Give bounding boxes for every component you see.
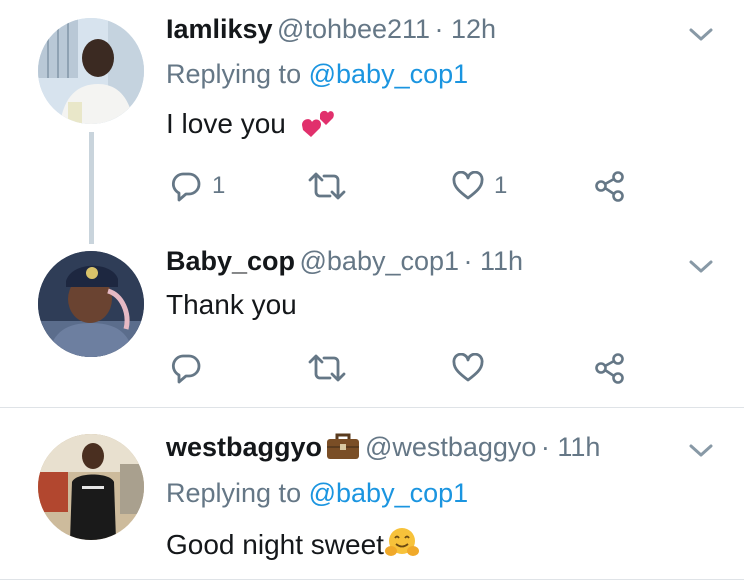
heart-icon — [452, 353, 484, 382]
reply-icon — [171, 172, 201, 202]
timestamp[interactable]: · 11h — [541, 432, 601, 462]
tweet-text: Thank you — [166, 289, 297, 320]
tweet-actions — [166, 350, 646, 386]
chevron-down-icon[interactable] — [688, 26, 714, 44]
share-button[interactable] — [594, 350, 626, 386]
tweet-actions: 1 1 — [166, 168, 646, 204]
reply-button[interactable] — [170, 350, 212, 386]
briefcase-icon — [326, 432, 360, 460]
tweet-text: Good night sweet — [166, 529, 384, 560]
avatar[interactable] — [38, 251, 144, 357]
author-handle[interactable]: @westbaggyo — [365, 432, 537, 462]
reply-context: Replying to @baby_cop1 — [166, 478, 468, 509]
share-icon — [595, 353, 624, 384]
avatar[interactable] — [38, 18, 144, 124]
tweet-text: I love you — [166, 108, 286, 139]
retweet-button[interactable] — [308, 168, 356, 204]
like-count: 1 — [494, 172, 508, 199]
divider — [0, 407, 744, 408]
mention-link[interactable]: @baby_cop1 — [309, 478, 469, 508]
share-button[interactable] — [594, 168, 626, 204]
like-button[interactable]: 1 — [452, 168, 507, 204]
reply-count: 1 — [212, 172, 226, 199]
divider — [0, 579, 744, 580]
retweet-icon — [308, 172, 346, 200]
reply-button[interactable]: 1 — [170, 168, 225, 204]
chevron-down-icon[interactable] — [688, 442, 714, 460]
timestamp[interactable]: · 12h — [435, 14, 497, 44]
tweet-text-row: Good night sweet — [166, 526, 420, 561]
retweet-button[interactable] — [308, 350, 356, 386]
two-hearts-icon — [300, 109, 334, 139]
tweet-text-row: I love you — [166, 108, 334, 140]
author-name[interactable]: Baby_cop — [166, 246, 295, 276]
author-handle[interactable]: @baby_cop1 — [300, 246, 460, 276]
heart-icon — [452, 171, 484, 200]
reply-prefix: Replying to — [166, 59, 302, 89]
timestamp[interactable]: · 11h — [463, 246, 523, 276]
avatar[interactable] — [38, 434, 144, 540]
share-icon — [595, 171, 624, 202]
reply-prefix: Replying to — [166, 478, 302, 508]
author-name[interactable]: Iamliksy — [166, 14, 273, 44]
chevron-down-icon[interactable] — [688, 258, 714, 276]
reply-context: Replying to @baby_cop1 — [166, 59, 468, 90]
author-handle[interactable]: @tohbee211 — [277, 14, 430, 44]
like-button[interactable] — [452, 350, 494, 386]
reply-icon — [171, 354, 201, 384]
author-name[interactable]: westbaggyo — [166, 432, 322, 462]
thread-connector — [89, 132, 94, 244]
retweet-icon — [308, 354, 346, 382]
hugging-face-icon — [384, 526, 420, 560]
mention-link[interactable]: @baby_cop1 — [309, 59, 469, 89]
